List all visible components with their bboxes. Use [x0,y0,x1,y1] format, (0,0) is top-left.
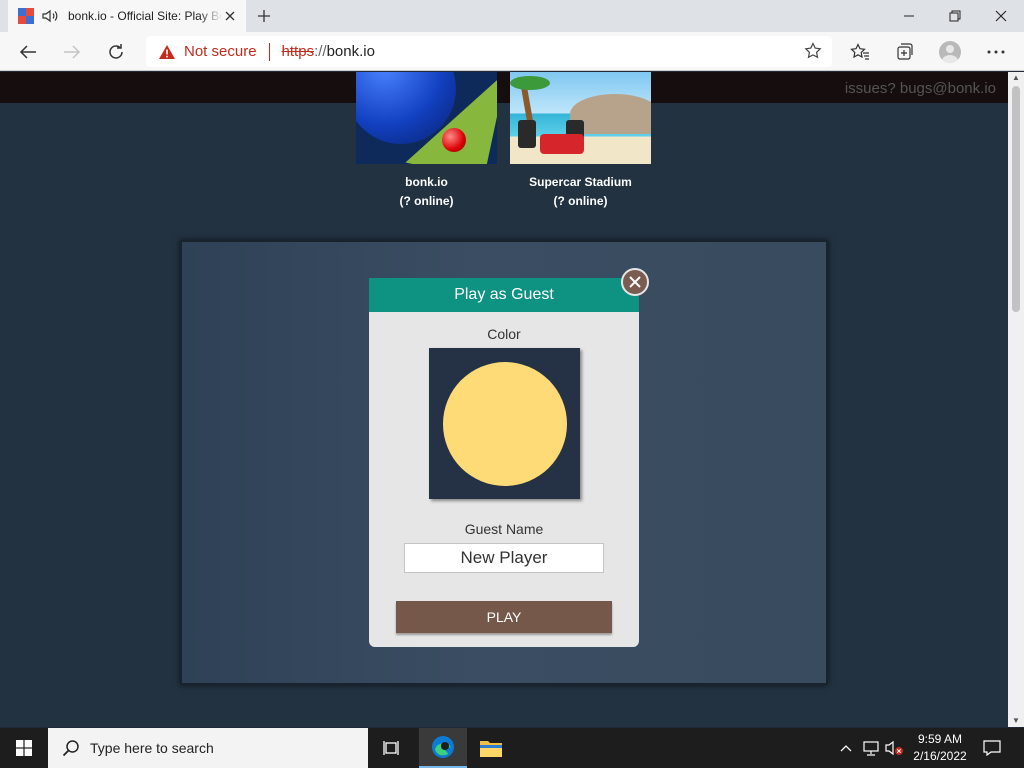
taskbar-search[interactable]: Type here to search [48,728,368,768]
top-strip: issues? bugs@bonk.io [0,72,1008,103]
windows-logo-icon [16,740,32,756]
tab-close-icon[interactable] [222,8,238,24]
supercar-thumbnail[interactable] [510,72,651,164]
task-view-icon[interactable] [368,728,416,768]
bonk-favicon-icon [18,8,34,24]
tab-strip: bonk.io - Official Site: Play Bonk [0,0,1024,32]
game-name: bonk.io [405,175,448,189]
url-host: bonk.io [326,43,375,60]
refresh-icon[interactable] [100,37,132,67]
game-online-count: (? online) [399,194,454,208]
notifications-icon[interactable] [978,728,1006,768]
restore-icon[interactable] [932,0,978,32]
clock-date: 2/16/2022 [913,749,967,763]
game-card-bonk[interactable]: bonk.io (? online) [356,72,497,211]
dialog-title: Play as Guest [369,278,639,312]
tab-title: bonk.io - Official Site: Play Bonk [68,9,222,23]
browser-tab[interactable]: bonk.io - Official Site: Play Bonk [8,0,246,32]
network-icon[interactable] [860,728,882,768]
taskbar-clock[interactable]: 9:59 AM 2/16/2022 [906,731,974,765]
color-picker-swatch[interactable] [429,348,580,499]
game-name: Supercar Stadium [529,175,632,189]
color-label: Color [487,326,521,342]
url-field[interactable]: Not secure https :// bonk.io [146,36,832,67]
url-divider [268,42,270,61]
favorite-star-icon[interactable] [804,42,822,64]
scrollbar-thumb[interactable] [1012,86,1020,312]
collections-icon[interactable] [888,37,920,67]
guest-name-input[interactable] [404,543,604,573]
game-card-supercar[interactable]: Supercar Stadium (? online) [510,72,651,211]
address-toolbar: Not secure https :// bonk.io [0,32,1024,71]
color-preview-circle [442,361,567,486]
scroll-down-icon[interactable]: ▼ [1008,715,1024,727]
dialog-close-button[interactable] [621,268,649,296]
window-close-icon[interactable] [978,0,1024,32]
guest-name-label: Guest Name [464,521,544,537]
new-tab-icon[interactable] [252,4,276,28]
favorites-icon[interactable] [844,37,876,67]
speaker-icon[interactable] [42,9,60,23]
warning-icon[interactable] [158,44,176,60]
volume-muted-icon[interactable] [884,728,906,768]
file-explorer-icon[interactable] [467,728,515,768]
edge-taskbar-icon[interactable] [419,728,467,768]
tray-chevron-icon[interactable] [836,728,856,768]
profile-avatar[interactable] [934,37,966,67]
back-arrow-icon[interactable] [12,37,44,67]
taskbar: Type here to search 9:59 AM 2/16/2022 [0,728,1024,768]
more-options-icon[interactable] [980,37,1012,67]
start-button[interactable] [0,728,48,768]
game-online-count: (? online) [553,194,608,208]
url-separator: :// [314,43,327,60]
page-viewport: issues? bugs@bonk.io bonk.io (? online) … [0,72,1008,727]
close-icon [629,276,641,288]
minimize-icon[interactable] [886,0,932,32]
issues-contact-link[interactable]: issues? bugs@bonk.io [845,80,996,97]
forward-arrow-icon [56,37,88,67]
play-button[interactable]: PLAY [396,601,612,633]
clock-time: 9:59 AM [917,732,963,746]
search-placeholder: Type here to search [90,740,214,756]
bonk-thumbnail[interactable] [356,72,497,164]
search-icon [62,740,79,757]
not-secure-label[interactable]: Not secure [184,43,257,60]
guest-dialog: Play as Guest Color Guest Name PLAY [369,268,649,647]
scroll-up-icon[interactable]: ▲ [1008,72,1024,84]
url-scheme: https [281,43,315,60]
vertical-scrollbar[interactable]: ▲ ▼ [1008,72,1024,727]
